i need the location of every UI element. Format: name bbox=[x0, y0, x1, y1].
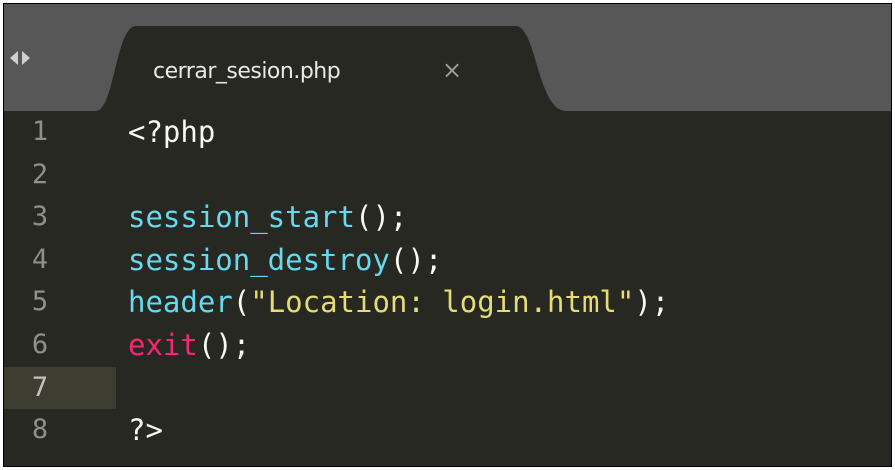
code-line[interactable]: 3 session_start(); bbox=[4, 196, 891, 239]
line-number: 4 bbox=[31, 243, 49, 275]
line-number: 7 bbox=[31, 371, 49, 403]
code-line[interactable]: 4 session_destroy(); bbox=[4, 239, 891, 282]
code-token: exit bbox=[128, 327, 198, 362]
code-token: header bbox=[128, 285, 233, 320]
code-line[interactable]: 6 exit(); bbox=[4, 324, 891, 367]
editor-window: cerrar_sesion.php × 1 <?php 2 3 session_star… bbox=[3, 3, 892, 467]
close-icon[interactable]: × bbox=[442, 56, 462, 84]
tab-cerrar-sesion[interactable]: cerrar_sesion.php × bbox=[96, 26, 566, 111]
code-token: session_destroy bbox=[128, 242, 390, 277]
tab-bar: cerrar_sesion.php × bbox=[4, 4, 891, 111]
code-token: ?> bbox=[128, 413, 163, 448]
line-number: 2 bbox=[31, 158, 49, 190]
code-line[interactable]: 5 header("Location: login.html"); bbox=[4, 281, 891, 324]
line-number: 1 bbox=[31, 116, 49, 147]
code-text: header("Location: login.html"); bbox=[128, 281, 669, 324]
code-text: session_start(); bbox=[128, 196, 407, 239]
code-line[interactable]: 2 bbox=[4, 154, 891, 197]
code-token: "Location: login.html" bbox=[250, 285, 635, 320]
code-token: (); bbox=[389, 242, 443, 277]
chevron-left-icon[interactable] bbox=[10, 51, 18, 65]
line-number: 8 bbox=[31, 414, 49, 446]
code-token: ); bbox=[634, 285, 670, 320]
code-text: session_destroy(); bbox=[128, 239, 442, 282]
code-line[interactable]: 1 <?php bbox=[4, 111, 891, 154]
tab-navigation bbox=[10, 51, 30, 65]
code-editor[interactable]: 1 <?php 2 3 session_start(); 4 session_destroy… bbox=[4, 111, 891, 466]
line-number: 5 bbox=[31, 286, 49, 318]
line-number: 3 bbox=[31, 201, 49, 233]
code-text: ?> bbox=[128, 409, 163, 452]
code-token: (); bbox=[197, 327, 251, 362]
code-line[interactable]: 8 ?> bbox=[4, 409, 891, 452]
code-token: <?php bbox=[128, 115, 216, 149]
code-token: session_start bbox=[128, 200, 355, 235]
code-line[interactable]: 7 bbox=[4, 366, 891, 410]
code-text: exit(); bbox=[128, 324, 250, 367]
code-token: (); bbox=[354, 200, 408, 235]
line-number: 6 bbox=[31, 328, 49, 360]
tab-filename: cerrar_sesion.php bbox=[153, 59, 341, 84]
code-text: <?php bbox=[128, 111, 215, 154]
code-token: ( bbox=[232, 285, 251, 320]
chevron-right-icon[interactable] bbox=[22, 51, 30, 65]
